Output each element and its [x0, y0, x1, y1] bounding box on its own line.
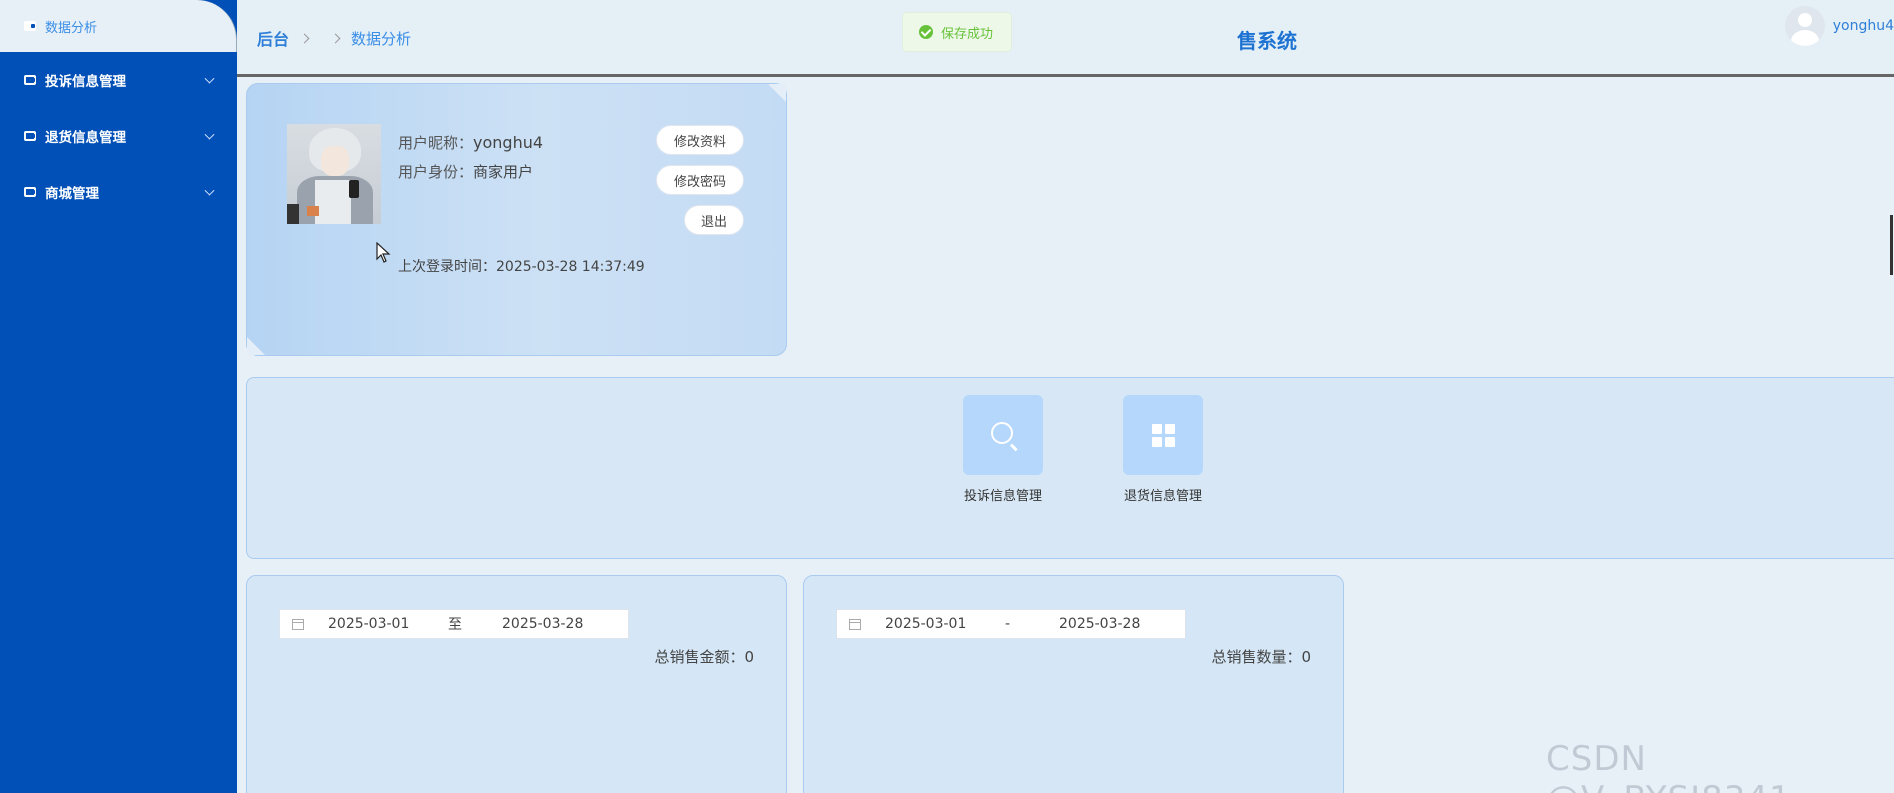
- role-value: 商家用户: [473, 163, 534, 181]
- user-menu[interactable]: yonghu4: [1784, 6, 1894, 46]
- nickname-row: 用户昵称：yonghu4: [398, 128, 543, 158]
- profile-info: 用户昵称：yonghu4 用户身份：商家用户: [398, 128, 543, 187]
- breadcrumb: 后台 数据分析: [257, 26, 411, 50]
- role-label: 用户身份：: [398, 163, 474, 181]
- date-separator: -: [1005, 616, 1011, 632]
- profile-avatar: [287, 124, 381, 224]
- total-value: 0: [1301, 648, 1311, 666]
- shortcut-panel: 投诉信息管理 退货信息管理: [246, 377, 1894, 559]
- calendar-icon: [292, 618, 304, 630]
- sidebar-item-label: 退货信息管理: [45, 130, 126, 146]
- chevron-down-icon: [204, 129, 215, 140]
- check-circle-icon: [919, 25, 933, 39]
- grid-icon: [1152, 424, 1175, 447]
- sidebar-item-label: 投诉信息管理: [45, 74, 126, 90]
- logout-button[interactable]: 退出: [684, 205, 744, 235]
- menu-item-icon: [24, 21, 36, 31]
- last-login-value: 2025-03-28 14:37:49: [496, 259, 645, 275]
- total-value: 0: [744, 648, 754, 666]
- nickname-value: yonghu4: [473, 133, 544, 152]
- shortcut-label: 退货信息管理: [1123, 489, 1202, 504]
- username[interactable]: yonghu4: [1833, 18, 1894, 34]
- card-corner-decoration: [247, 337, 265, 355]
- breadcrumb-current: 数据分析: [351, 29, 412, 48]
- total-sales-count: 总销售数量：0: [1211, 646, 1311, 667]
- date-end[interactable]: 2025-03-28: [1059, 616, 1140, 632]
- sales-amount-card: 2025-03-01 至 2025-03-28 总销售金额：0: [246, 575, 787, 793]
- sidebar: 数据分析 投诉信息管理 退货信息管理 商城管理: [0, 0, 237, 793]
- shortcut-icon-box[interactable]: [1123, 395, 1203, 475]
- nickname-label: 用户昵称：: [398, 134, 474, 152]
- scrollbar-edge[interactable]: [1890, 215, 1893, 275]
- chevron-down-icon: [204, 185, 215, 196]
- total-label: 总销售数量：: [1211, 648, 1302, 666]
- shortcut-return-management[interactable]: 退货信息管理: [1113, 395, 1213, 504]
- shortcut-label: 投诉信息管理: [963, 489, 1042, 504]
- last-login-label: 上次登录时间：: [398, 259, 496, 275]
- search-icon: [991, 422, 1013, 444]
- sidebar-item-return-management[interactable]: 退货信息管理: [0, 108, 237, 164]
- breadcrumb-root[interactable]: 后台: [257, 26, 289, 50]
- last-login: 上次登录时间：2025-03-28 14:37:49: [398, 256, 645, 276]
- sidebar-item-complaint-management[interactable]: 投诉信息管理: [0, 52, 237, 108]
- total-label: 总销售金额：: [654, 648, 745, 666]
- date-start[interactable]: 2025-03-01: [328, 616, 409, 632]
- system-title: 售系统: [1237, 29, 1297, 53]
- date-start[interactable]: 2025-03-01: [885, 616, 966, 632]
- menu-item-icon: [24, 75, 36, 85]
- profile-card: 用户昵称：yonghu4 用户身份：商家用户 修改资料 修改密码 退出 上次登录…: [246, 83, 787, 356]
- sidebar-item-label: 商城管理: [45, 186, 99, 202]
- shortcut-complaint-management[interactable]: 投诉信息管理: [953, 395, 1053, 504]
- role-row: 用户身份：商家用户: [398, 158, 543, 187]
- calendar-icon: [849, 618, 861, 630]
- user-avatar-icon[interactable]: [1784, 6, 1825, 46]
- watermark: CSDN @V_BYSJ8341: [1546, 739, 1791, 793]
- top-header: 后台 数据分析 售系统 yonghu4: [237, 0, 1894, 77]
- toast-message: 保存成功: [941, 26, 994, 42]
- chevron-right-icon: [330, 33, 341, 43]
- chevron-down-icon: [204, 73, 215, 84]
- date-range-picker[interactable]: 2025-03-01 至 2025-03-28: [279, 609, 629, 639]
- menu-item-icon: [24, 131, 36, 141]
- change-password-button[interactable]: 修改密码: [656, 165, 744, 195]
- chevron-right-icon: [299, 33, 310, 43]
- date-range-picker[interactable]: 2025-03-01 - 2025-03-28: [836, 609, 1186, 639]
- date-end[interactable]: 2025-03-28: [502, 616, 583, 632]
- edit-profile-button[interactable]: 修改资料: [656, 125, 744, 155]
- card-corner-decoration: [768, 84, 786, 102]
- sales-count-card: 2025-03-01 - 2025-03-28 总销售数量：0: [803, 575, 1344, 793]
- success-toast: 保存成功: [902, 12, 1012, 52]
- total-sales-amount: 总销售金额：0: [654, 646, 754, 667]
- sidebar-item-data-analysis[interactable]: 数据分析: [0, 0, 237, 52]
- sidebar-item-label: 数据分析: [45, 20, 98, 36]
- date-separator: 至: [448, 617, 462, 633]
- menu-item-icon: [24, 187, 36, 197]
- sidebar-item-mall-management[interactable]: 商城管理: [0, 164, 237, 220]
- shortcut-icon-box[interactable]: [963, 395, 1043, 475]
